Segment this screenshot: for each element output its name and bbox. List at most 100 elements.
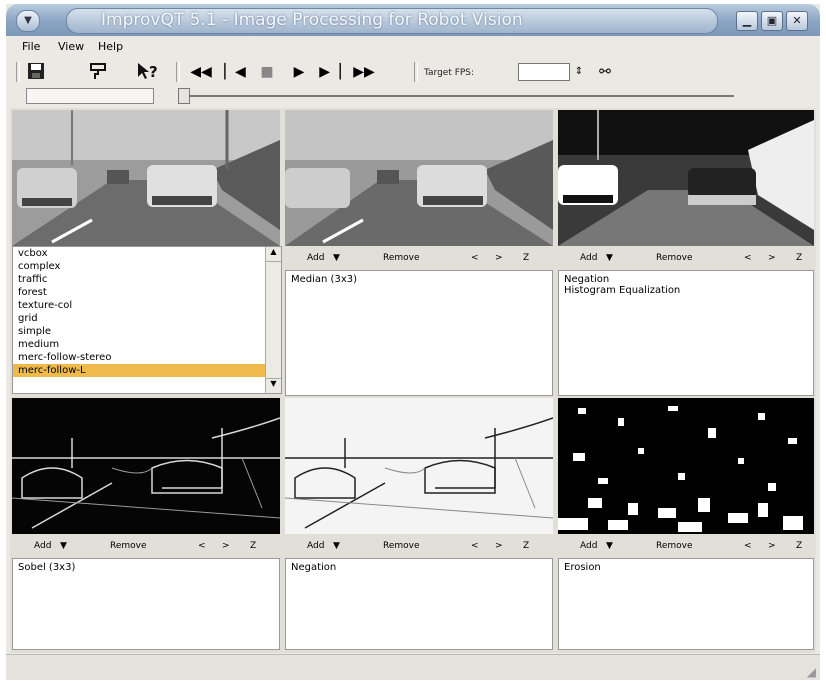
paint-roller-icon[interactable] bbox=[86, 62, 110, 82]
add-dropdown-icon[interactable]: ▼ bbox=[606, 253, 613, 263]
list-item[interactable]: forest bbox=[13, 286, 281, 299]
histogram-controls: Add ▼ Remove < > Z bbox=[558, 248, 814, 268]
operation-item[interactable]: Negation bbox=[291, 562, 547, 573]
menu-view[interactable]: View bbox=[58, 40, 84, 53]
add-button[interactable]: Add bbox=[580, 541, 597, 551]
menu-bar: File View Help bbox=[6, 38, 820, 56]
toolbar-separator bbox=[176, 62, 180, 82]
remove-button[interactable]: Remove bbox=[656, 253, 693, 263]
stop-icon[interactable]: ■ bbox=[256, 62, 278, 82]
frame-slider-handle[interactable] bbox=[178, 88, 190, 104]
link-icon[interactable]: ⚯ bbox=[592, 62, 618, 82]
remove-button[interactable]: Remove bbox=[110, 541, 147, 551]
sobel-controls: Add ▼ Remove < > Z bbox=[12, 536, 280, 556]
list-item[interactable]: traffic bbox=[13, 273, 281, 286]
maximize-icon[interactable]: ▣ bbox=[761, 11, 783, 31]
remove-button[interactable]: Remove bbox=[656, 541, 693, 551]
list-item[interactable]: simple bbox=[13, 325, 281, 338]
add-button[interactable]: Add bbox=[307, 253, 324, 263]
menu-file[interactable]: File bbox=[22, 40, 40, 53]
median-controls: Add ▼ Remove < > Z bbox=[285, 248, 553, 268]
step-back-icon[interactable]: ▏◀ bbox=[224, 62, 246, 82]
add-dropdown-icon[interactable]: ▼ bbox=[60, 541, 67, 551]
z-button[interactable]: Z bbox=[796, 253, 802, 263]
erosion-controls: Add ▼ Remove < > Z bbox=[558, 536, 814, 556]
remove-button[interactable]: Remove bbox=[383, 541, 420, 551]
z-button[interactable]: Z bbox=[523, 253, 529, 263]
z-button[interactable]: Z bbox=[250, 541, 256, 551]
z-button[interactable]: Z bbox=[796, 541, 802, 551]
operation-item[interactable]: Median (3x3) bbox=[291, 274, 547, 285]
prev-button[interactable]: < bbox=[471, 253, 479, 263]
prev-button[interactable]: < bbox=[198, 541, 206, 551]
list-item[interactable]: complex bbox=[13, 260, 281, 273]
add-dropdown-icon[interactable]: ▼ bbox=[333, 253, 340, 263]
negation-controls: Add ▼ Remove < > Z bbox=[285, 536, 553, 556]
operation-panel[interactable]: Erosion bbox=[558, 558, 814, 650]
erosion-output-image bbox=[558, 398, 814, 534]
add-dropdown-icon[interactable]: ▼ bbox=[606, 541, 613, 551]
fast-forward-icon[interactable]: ▶▶ bbox=[350, 62, 378, 82]
source-combo[interactable] bbox=[26, 88, 154, 104]
remove-button[interactable]: Remove bbox=[383, 253, 420, 263]
median-output-image bbox=[285, 110, 553, 246]
list-item[interactable]: medium bbox=[13, 338, 281, 351]
add-button[interactable]: Add bbox=[34, 541, 51, 551]
resize-grip-icon[interactable]: ◢ bbox=[807, 665, 816, 679]
sobel-output-image bbox=[12, 398, 280, 534]
frame-slider-row bbox=[6, 86, 820, 108]
close-icon[interactable]: ✕ bbox=[786, 11, 808, 31]
save-icon[interactable] bbox=[24, 62, 48, 82]
svg-text:?: ? bbox=[149, 63, 158, 80]
prev-button[interactable]: < bbox=[744, 541, 752, 551]
menu-icon[interactable]: ▼ bbox=[16, 10, 40, 32]
prev-button[interactable]: < bbox=[471, 541, 479, 551]
scroll-down-icon[interactable]: ▼ bbox=[266, 378, 281, 393]
next-button[interactable]: > bbox=[768, 253, 776, 263]
operation-panel[interactable]: Sobel (3x3) bbox=[12, 558, 280, 650]
minimize-icon[interactable]: ▁ bbox=[736, 11, 758, 31]
list-scrollbar[interactable]: ▲ ▼ bbox=[265, 247, 281, 393]
histogram-output-image bbox=[558, 110, 814, 246]
prev-button[interactable]: < bbox=[744, 253, 752, 263]
z-button[interactable]: Z bbox=[523, 541, 529, 551]
status-bar: ◢ bbox=[6, 654, 820, 680]
next-button[interactable]: > bbox=[222, 541, 230, 551]
list-item[interactable]: merc-follow-stereo bbox=[13, 351, 281, 364]
fps-label: Target FPS: bbox=[424, 68, 475, 78]
operation-item[interactable]: Sobel (3x3) bbox=[18, 562, 274, 573]
title-bar[interactable]: ▼ ImprovQT 5.1 - Image Processing for Ro… bbox=[6, 4, 820, 36]
add-button[interactable]: Add bbox=[580, 253, 597, 263]
operation-item[interactable]: Histogram Equalization bbox=[564, 285, 808, 296]
add-dropdown-icon[interactable]: ▼ bbox=[333, 541, 340, 551]
list-item[interactable]: vcbox bbox=[13, 247, 281, 260]
rewind-icon[interactable]: ◀◀ bbox=[188, 62, 214, 82]
next-button[interactable]: > bbox=[495, 253, 503, 263]
whats-this-icon[interactable]: ? bbox=[134, 62, 162, 82]
scroll-up-icon[interactable]: ▲ bbox=[266, 247, 281, 262]
list-item[interactable]: grid bbox=[13, 312, 281, 325]
window-title: ImprovQT 5.1 - Image Processing for Robo… bbox=[101, 10, 523, 30]
spin-arrows-icon[interactable]: ⇕ bbox=[572, 62, 586, 82]
operation-panel[interactable]: Median (3x3) bbox=[285, 270, 553, 396]
toolbar: ? ◀◀ ▏◀ ■ ▶ ▶▕ ▶▶ Target FPS: ⇕ ⚯ bbox=[6, 58, 820, 86]
toolbar-separator bbox=[414, 62, 418, 82]
menu-help[interactable]: Help bbox=[98, 40, 123, 53]
operation-panel[interactable]: Negation Histogram Equalization bbox=[558, 270, 814, 396]
source-image bbox=[12, 110, 280, 246]
frame-slider-track[interactable] bbox=[184, 95, 734, 97]
operation-item[interactable]: Erosion bbox=[564, 562, 808, 573]
sequence-list[interactable]: vcbox complex traffic forest texture-col… bbox=[12, 246, 282, 394]
list-item-selected[interactable]: merc-follow-L bbox=[13, 364, 281, 377]
next-button[interactable]: > bbox=[768, 541, 776, 551]
negation-output-image bbox=[285, 398, 553, 534]
add-button[interactable]: Add bbox=[307, 541, 324, 551]
operation-panel[interactable]: Negation bbox=[285, 558, 553, 650]
step-forward-icon[interactable]: ▶▕ bbox=[318, 62, 342, 82]
list-item[interactable]: texture-col bbox=[13, 299, 281, 312]
fps-spinbox[interactable] bbox=[518, 63, 570, 81]
play-icon[interactable]: ▶ bbox=[288, 62, 310, 82]
operation-item[interactable]: Negation bbox=[564, 274, 808, 285]
processing-grid: vcbox complex traffic forest texture-col… bbox=[10, 108, 816, 653]
next-button[interactable]: > bbox=[495, 541, 503, 551]
